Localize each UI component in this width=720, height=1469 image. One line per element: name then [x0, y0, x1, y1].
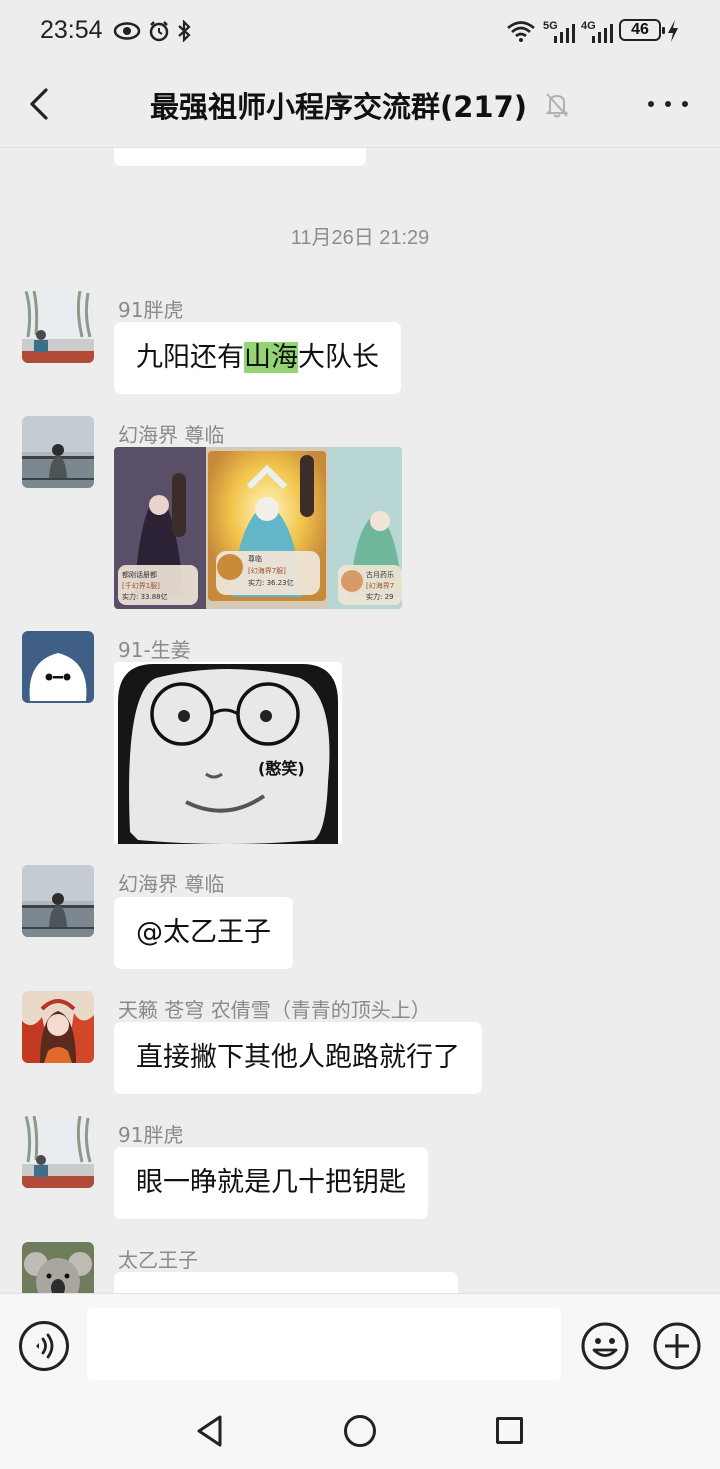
card-name: 古月药乐: [366, 570, 394, 579]
sender-name: 幻海界 尊临: [118, 872, 225, 896]
sender-name: 天籁 苍穹 农倩雪（青青的顶头上）: [118, 998, 431, 1022]
status-time: 23:54: [40, 16, 103, 44]
avatar[interactable]: [22, 1116, 94, 1188]
more-icon: [648, 101, 654, 107]
avatar[interactable]: [22, 865, 94, 937]
emoji-icon: [581, 1322, 629, 1370]
wifi-icon: [506, 18, 536, 44]
more-functions-button[interactable]: [652, 1321, 702, 1371]
message-bubble[interactable]: 眼一睁就是几十把钥匙: [114, 1147, 428, 1219]
back-icon: [30, 88, 48, 120]
nav-home-button[interactable]: [344, 1415, 376, 1447]
card-badge: 尊临: [248, 554, 262, 563]
card-name: 都刚话册都: [122, 570, 157, 579]
sticker-message[interactable]: (憨笑): [114, 662, 342, 844]
avatar[interactable]: [22, 631, 94, 703]
bluetooth-icon: [176, 18, 192, 44]
status-bar: 23:54 5G 4G 46: [0, 0, 720, 62]
card-power: 实力: 29: [366, 592, 394, 601]
emoji-button[interactable]: [580, 1321, 630, 1371]
highlighted-text: 山海: [244, 342, 298, 373]
sender-name: 太乙王子: [118, 1248, 198, 1272]
alarm-icon: [148, 18, 170, 44]
laughing-face-sticker: (憨笑): [114, 662, 342, 844]
sender-name: 91胖虎: [118, 298, 184, 322]
signal-5g-icon: [550, 20, 576, 46]
avatar[interactable]: [22, 416, 94, 488]
more-button[interactable]: [648, 92, 688, 116]
message-bubble[interactable]: 九阳还有山海大队长: [114, 322, 401, 394]
battery-level: 46: [619, 19, 665, 41]
sender-name: 幻海界 尊临: [118, 423, 225, 447]
message-input[interactable]: [87, 1308, 561, 1380]
plus-icon: [653, 1322, 701, 1370]
chat-header: 最强祖师小程序交流群(217): [0, 62, 720, 148]
input-bar: [0, 1293, 720, 1393]
message-bubble[interactable]: @太乙王子: [114, 897, 293, 969]
eye-icon: [113, 18, 141, 44]
game-screenshot-image: 都刚话册都 [千幻界1服] 实力: 33.88亿 尊临 [幻海界7服] 实力: …: [114, 447, 402, 609]
message-list[interactable]: 11月26日 21:29 91胖虎 九阳还有山海大队长 幻海界 尊临 都刚话册都…: [0, 148, 720, 1293]
previous-message-bubble[interactable]: [114, 148, 366, 166]
sticker-caption: (憨笑): [258, 759, 305, 778]
card-server: [千幻界1服]: [122, 581, 160, 590]
nav-back-icon: [197, 1415, 222, 1447]
mute-bell-icon: [544, 91, 570, 123]
sender-name: 91胖虎: [118, 1123, 184, 1147]
system-navigation-bar: [0, 1393, 720, 1469]
message-timestamp: 11月26日 21:29: [290, 227, 430, 249]
voice-button[interactable]: [19, 1321, 69, 1371]
card-server: [幻海界7服]: [248, 566, 286, 575]
nav-back-button[interactable]: [194, 1413, 226, 1453]
card-server: [幻海界7: [366, 581, 394, 590]
card-power: 实力: 36.23亿: [248, 578, 294, 587]
image-message[interactable]: 都刚话册都 [千幻界1服] 实力: 33.88亿 尊临 [幻海界7服] 实力: …: [114, 447, 402, 609]
avatar[interactable]: [22, 1242, 94, 1293]
message-bubble[interactable]: [114, 1272, 458, 1293]
avatar[interactable]: [22, 991, 94, 1063]
signal-4g-icon: [588, 20, 614, 46]
voice-icon: [36, 1333, 54, 1359]
card-power: 实力: 33.88亿: [122, 592, 168, 601]
back-button[interactable]: [24, 82, 64, 126]
sender-name: 91-生姜: [118, 638, 191, 662]
charging-icon: [666, 18, 680, 44]
chat-title: 最强祖师小程序交流群(217): [150, 90, 528, 124]
avatar[interactable]: [22, 291, 94, 363]
nav-recent-button[interactable]: [496, 1417, 523, 1444]
message-bubble[interactable]: 直接撇下其他人跑路就行了: [114, 1022, 482, 1094]
